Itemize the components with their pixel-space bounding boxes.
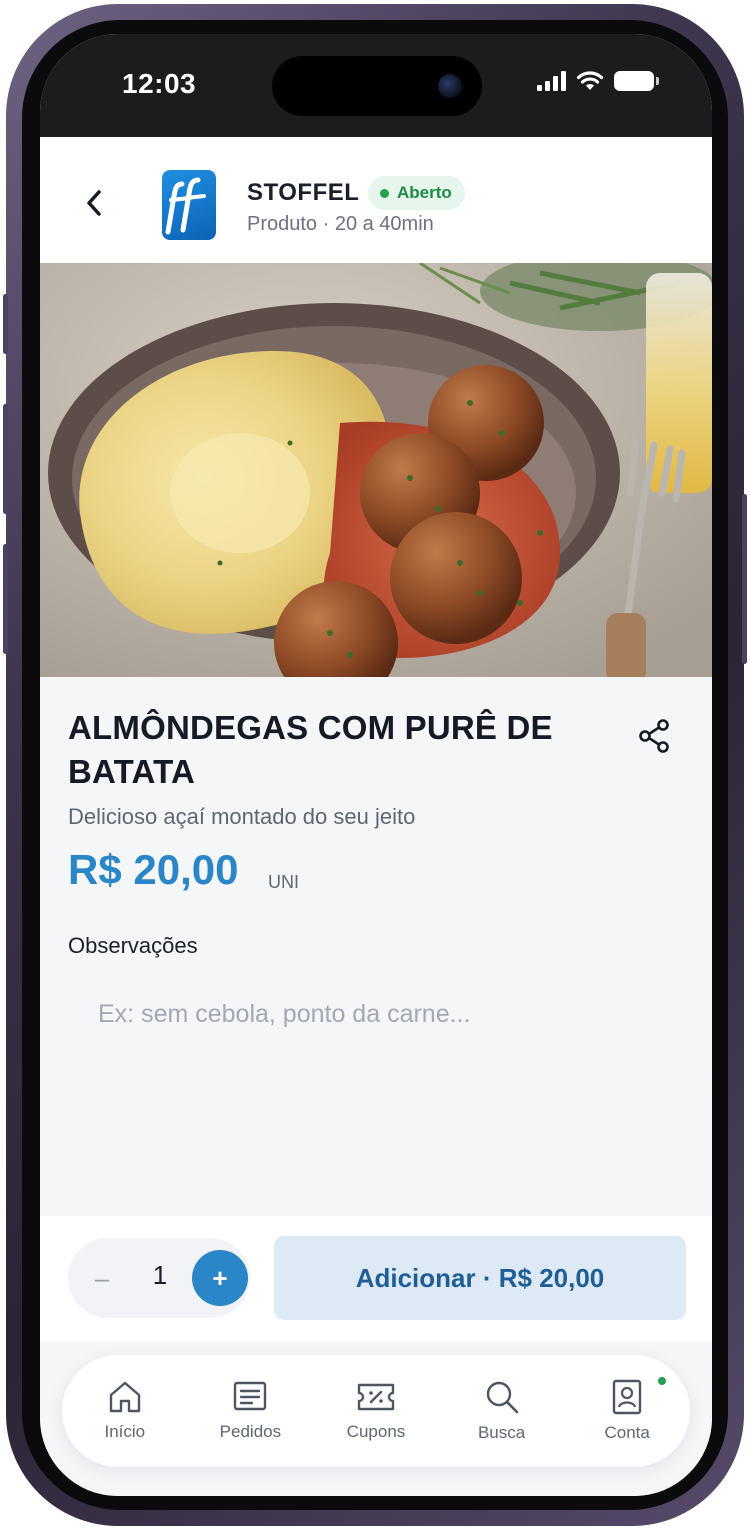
product-description: Delicioso açaí montado do seu jeito bbox=[68, 804, 416, 829]
tab-label: Início bbox=[104, 1422, 146, 1441]
tab-cupons[interactable]: Cupons bbox=[313, 1355, 439, 1467]
action-button bbox=[3, 294, 8, 354]
volume-down-button bbox=[3, 544, 8, 654]
store-logo bbox=[162, 170, 216, 240]
tab-label: Cupons bbox=[346, 1422, 406, 1441]
volume-up-button bbox=[3, 404, 8, 514]
status-time: 12:03 bbox=[122, 68, 197, 99]
store-subtitle: Produto · 20 a 40min bbox=[247, 213, 434, 235]
home-icon bbox=[109, 1381, 140, 1413]
search-icon bbox=[486, 1381, 518, 1414]
product-title: ALMÔNDEGAS COM PURÊ DE BATATA bbox=[68, 709, 553, 790]
share-button[interactable] bbox=[636, 718, 672, 754]
status-dot-icon bbox=[380, 188, 389, 198]
status-badge: Aberto bbox=[368, 176, 465, 210]
screen: 12:03 STOFFEL Aberto Produto · 20 a 40mi… bbox=[40, 34, 712, 1496]
observations-input[interactable] bbox=[68, 984, 684, 1154]
add-to-cart-bar: – 1 + Adicionar · R$ 20,00 bbox=[40, 1216, 712, 1341]
decrease-quantity-button[interactable]: – bbox=[82, 1258, 122, 1298]
tab-label: Conta bbox=[604, 1423, 650, 1442]
add-to-cart-button[interactable]: Adicionar · R$ 20,00 bbox=[274, 1236, 686, 1320]
front-camera bbox=[438, 74, 462, 98]
status-badge-label: Aberto bbox=[397, 183, 452, 202]
product-image bbox=[40, 263, 712, 677]
product-price: R$ 20,00 bbox=[68, 846, 239, 893]
store-name: STOFFEL bbox=[247, 179, 360, 206]
receipt-icon bbox=[234, 1381, 267, 1411]
quantity-stepper: – 1 + bbox=[68, 1238, 250, 1318]
status-bar: 12:03 bbox=[40, 34, 712, 137]
status-icons bbox=[537, 70, 659, 92]
tab-busca[interactable]: Busca bbox=[439, 1355, 565, 1467]
chevron-left-icon bbox=[87, 190, 101, 216]
tab-bar: Início Pedidos Cupons Busca Conta bbox=[62, 1355, 690, 1467]
store-header: STOFFEL Aberto Produto · 20 a 40min bbox=[40, 137, 712, 263]
tab-label: Busca bbox=[477, 1423, 526, 1442]
tab-pedidos[interactable]: Pedidos bbox=[188, 1355, 314, 1467]
power-button bbox=[742, 494, 747, 664]
observations-label: Observações bbox=[68, 933, 198, 958]
battery-icon bbox=[614, 71, 659, 91]
notification-dot-icon bbox=[657, 1377, 666, 1385]
quantity-value: 1 bbox=[152, 1260, 168, 1290]
tab-inicio[interactable]: Início bbox=[62, 1355, 188, 1467]
back-button[interactable] bbox=[76, 185, 112, 221]
bottom-navigation: Início Pedidos Cupons Busca Conta bbox=[40, 1341, 712, 1496]
increase-quantity-button[interactable]: + bbox=[192, 1250, 248, 1306]
account-icon bbox=[612, 1379, 642, 1415]
wifi-icon bbox=[576, 71, 604, 90]
coupon-icon bbox=[357, 1383, 395, 1411]
tab-conta[interactable]: Conta bbox=[564, 1355, 690, 1467]
share-icon bbox=[639, 719, 669, 753]
cellular-signal-icon bbox=[537, 71, 566, 91]
price-unit: UNI bbox=[268, 872, 299, 892]
tab-label: Pedidos bbox=[219, 1422, 282, 1441]
dynamic-island bbox=[272, 56, 482, 116]
